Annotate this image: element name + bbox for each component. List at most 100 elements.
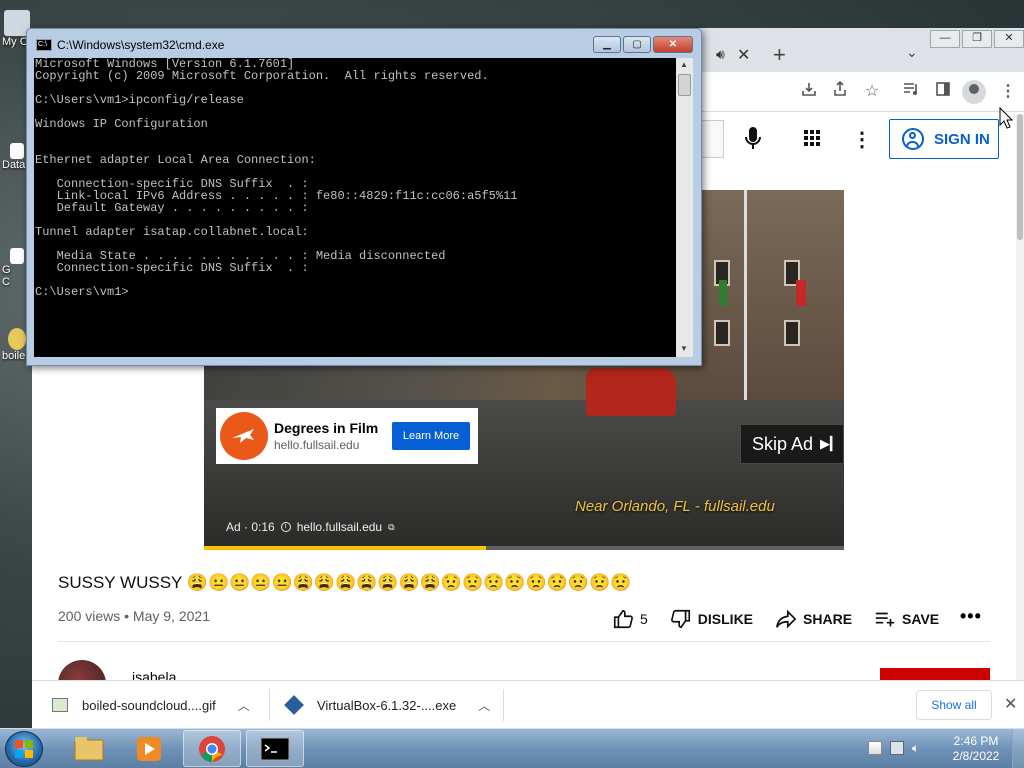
share-button[interactable]: SHARE [775,608,852,630]
media-player-icon [137,736,161,761]
download-separator [269,689,270,721]
ad-title[interactable]: Degrees in Film [274,420,392,436]
cmd-maximize-button[interactable]: ▢ [623,36,651,53]
start-button[interactable] [5,731,43,767]
divider [58,641,990,642]
share-label: SHARE [803,611,853,627]
external-link-icon: ⧉ [388,521,395,532]
show-desktop-button[interactable] [1012,729,1024,768]
scroll-down-arrow-icon[interactable]: ▼ [680,344,688,353]
skip-ad-button[interactable]: Skip Ad ▶▎ [740,424,844,464]
chevron-up-icon[interactable]: ︿ [238,697,250,714]
dislike-button[interactable]: DISLIKE [670,608,753,630]
profile-avatar-icon[interactable] [962,80,986,104]
tab-search-chevron-icon[interactable]: ⌄ [906,44,918,61]
thumbs-down-icon [670,609,690,629]
chevron-up-icon[interactable]: ︿ [478,697,490,714]
bookmark-star-icon[interactable]: ☆ [861,81,883,103]
network-icon[interactable] [890,741,904,755]
video-title: SUSSY WUSSY 😩😐😐😐😐😩😩😩😩😩😩😩😟😟😟😟😟😟😟😟😟 [58,573,632,592]
volume-icon[interactable]: 🔈︎ [912,741,926,755]
scroll-up-arrow-icon[interactable]: ▲ [680,60,688,69]
boiled-icon [8,328,26,350]
download-shelf: boiled-soundcloud....gif ︿ VirtualBox-6.… [32,680,1024,728]
image-file-icon [52,698,68,712]
shortcut-icon [10,248,24,264]
share-icon[interactable] [829,80,851,103]
taskbar: 🔈︎ 2:46 PM 2/8/2022 [0,728,1024,768]
taskbar-explorer[interactable] [60,730,118,767]
cmd-console[interactable]: Microsoft Windows [Version 6.1.7601] Copy… [34,58,676,357]
like-button[interactable]: 5 [612,608,648,630]
sign-in-button[interactable]: SIGN IN [889,119,999,159]
download-filename: VirtualBox-6.1.32-....exe [317,697,457,713]
cmd-output-line: Connection-specific DNS Suffix . : [35,261,309,275]
skip-next-icon: ▶▎ [820,436,841,451]
ad-domain: hello.fullsail.edu [274,438,360,452]
shortcut-icon [10,143,24,159]
ad-meta: Ad · 0:16 i hello.fullsail.edu ⧉ [226,520,395,534]
cmd-window[interactable]: C:\ C:\Windows\system32\cmd.exe ▁ ▢ ✕ Mi… [26,28,702,366]
taskbar-media-player[interactable] [120,730,178,767]
download-item[interactable]: boiled-soundcloud....gif ︿ [52,681,250,729]
action-center-flag-icon[interactable] [868,741,882,755]
cmd-scroll-thumb[interactable] [678,74,691,96]
cmd-output-line: Windows IP Configuration [35,117,208,131]
ad-progress-fill [204,546,486,550]
save-button[interactable]: SAVE [874,608,939,630]
download-item[interactable]: VirtualBox-6.1.32-....exe ︿ [284,681,490,729]
cmd-output-line: C:\Users\vm1> [35,285,129,299]
cmd-output-line: Ethernet adapter Local Area Connection: [35,153,316,167]
cmd-scrollbar[interactable]: ▲ ▼ [676,58,693,357]
install-app-icon[interactable] [798,81,820,103]
taskbar-cmd[interactable] [246,730,304,767]
restore-button[interactable]: ❐ [962,30,992,48]
dislike-label: DISLIKE [697,611,754,627]
learn-more-button[interactable]: Learn More [392,422,470,450]
tab-close-icon[interactable]: ✕ [737,45,750,65]
page-scrollbar-thumb[interactable] [1017,114,1023,240]
download-filename: boiled-soundcloud....gif [82,697,216,713]
cmd-titlebar[interactable]: C:\ C:\Windows\system32\cmd.exe ▁ ▢ ✕ [27,29,701,59]
apps-grid-icon[interactable] [804,130,820,151]
video-actions: 5 DISLIKE SHARE SAVE [612,608,961,630]
video-flag [719,280,727,306]
ad-timer: Ad · 0:16 [226,520,275,534]
show-all-button[interactable]: Show all [916,690,992,720]
terminal-icon [260,737,290,760]
media-control-icon[interactable] [900,81,922,103]
close-button[interactable]: ✕ [994,30,1024,48]
cmd-close-button[interactable]: ✕ [653,36,693,53]
ad-caption: Near Orlando, FL - fullsail.edu [575,498,775,515]
chrome-menu-icon[interactable]: ⋮ [997,81,1019,103]
cmd-output-line: C:\Users\vm1>ipconfig/release [35,93,244,107]
window-controls: — ❐ ✕ [928,30,1024,48]
new-tab-button[interactable]: + [773,42,786,68]
cmd-minimize-button[interactable]: ▁ [593,36,621,53]
ad-card[interactable]: Degrees in Film hello.fullsail.edu Learn… [216,408,478,464]
system-tray: 🔈︎ [868,741,926,755]
skip-ad-label: Skip Ad [752,433,814,454]
speaker-icon[interactable]: 🔊︎ [716,46,725,63]
cmd-title: C:\Windows\system32\cmd.exe [57,38,225,52]
side-panel-icon[interactable] [932,81,954,103]
chrome-icon [199,735,225,762]
close-download-bar-icon[interactable]: ✕ [1004,694,1017,714]
sign-in-label: SIGN IN [934,130,990,148]
share-arrow-icon [776,609,797,629]
cmd-output-line: Tunnel adapter isatap.collabnet.local: [35,225,309,239]
minimize-button[interactable]: — [930,30,960,48]
thumbs-up-icon [613,609,633,629]
cmd-output-line [35,130,676,142]
ad-link[interactable]: hello.fullsail.edu [297,520,382,534]
save-label: SAVE [902,611,940,627]
info-icon[interactable]: i [280,522,291,532]
folder-icon [74,736,104,760]
microphone-icon[interactable] [742,124,764,154]
like-count: 5 [640,611,648,627]
clock[interactable]: 2:46 PM 2/8/2022 [946,734,1006,764]
cmd-output-line: Default Gateway . . . . . . . . . : [35,201,309,215]
settings-more-icon[interactable]: ⋮ [852,127,872,152]
taskbar-chrome[interactable] [183,730,241,767]
more-actions-icon[interactable]: ••• [960,606,982,627]
